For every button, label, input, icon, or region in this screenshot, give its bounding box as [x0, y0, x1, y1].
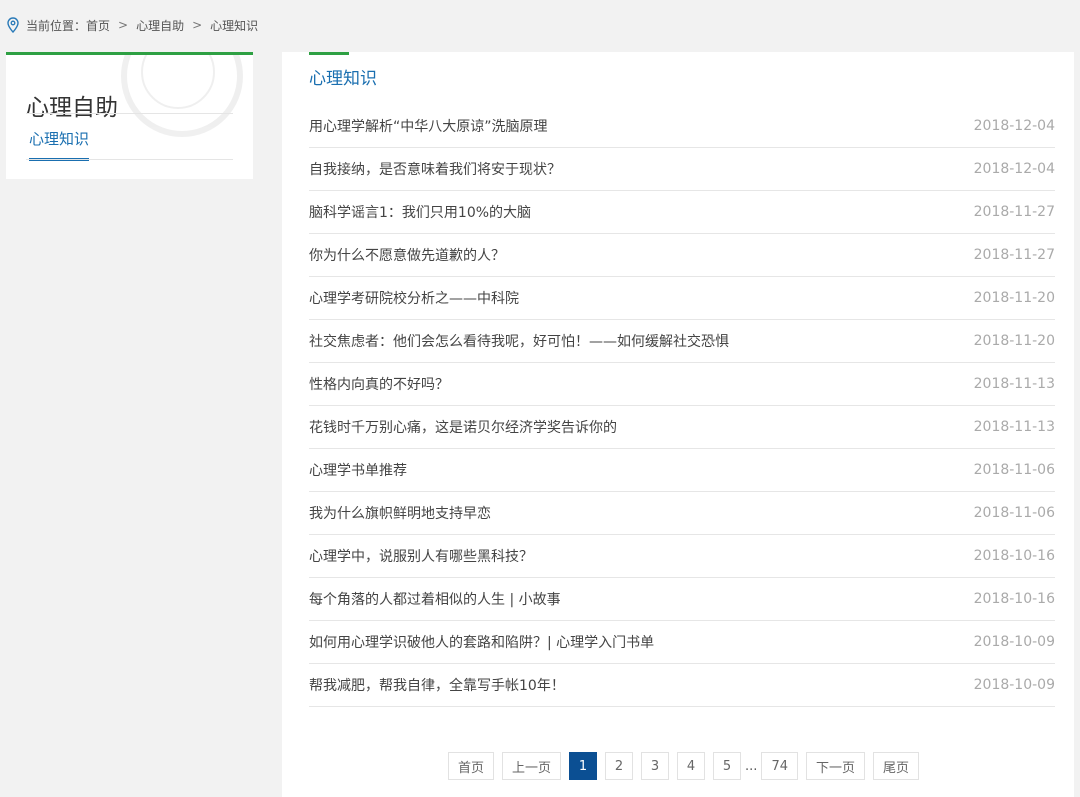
article-title-link[interactable]: 社交焦虑者：他们会怎么看待我呢，好可怕！——如何缓解社交恐惧 [309, 331, 729, 351]
prev-page-button[interactable]: 上一页 [502, 752, 562, 780]
article-date: 2018-12-04 [973, 118, 1055, 134]
first-page-button[interactable]: 首页 [448, 752, 495, 780]
article-date: 2018-12-04 [973, 161, 1055, 177]
page-4-button[interactable]: 4 [677, 752, 706, 780]
article-title-link[interactable]: 我为什么旗帜鲜明地支持早恋 [309, 503, 491, 523]
article-title-link[interactable]: 帮我减肥，帮我自律，全靠写手帐10年！ [309, 675, 565, 695]
page-1-button[interactable]: 1 [569, 752, 598, 780]
list-item: 性格内向真的不好吗？ 2018-11-13 [309, 363, 1055, 406]
breadcrumb-level1-link[interactable]: 心理自助 [136, 17, 184, 34]
article-date: 2018-11-06 [973, 462, 1055, 478]
article-title-link[interactable]: 心理学考研院校分析之——中科院 [309, 288, 519, 308]
article-title-link[interactable]: 用心理学解析“中华八大原谅”洗脑原理 [309, 116, 548, 136]
sidebar-title: 心理自助 [26, 95, 118, 122]
pagination: 首页 上一页 1 2 3 4 5 ... 74 下一页 尾页 [448, 752, 927, 780]
article-date: 2018-11-20 [973, 290, 1055, 306]
breadcrumb: 当前位置： 首页 > 心理自助 > 心理知识 [6, 16, 258, 34]
article-date: 2018-11-06 [973, 505, 1055, 521]
page-title: 心理知识 [309, 69, 377, 89]
last-page-button[interactable]: 尾页 [873, 752, 920, 780]
list-item: 自我接纳，是否意味着我们将安于现状？ 2018-12-04 [309, 148, 1055, 191]
list-item: 我为什么旗帜鲜明地支持早恋 2018-11-06 [309, 492, 1055, 535]
divider [26, 113, 233, 114]
article-date: 2018-10-09 [973, 677, 1055, 693]
seal-watermark-icon [121, 55, 243, 137]
page-3-button[interactable]: 3 [641, 752, 670, 780]
article-date: 2018-11-27 [973, 204, 1055, 220]
article-title-link[interactable]: 自我接纳，是否意味着我们将安于现状？ [309, 159, 561, 179]
article-title-link[interactable]: 脑科学谣言1：我们只用10%的大脑 [309, 202, 531, 222]
article-date: 2018-10-09 [973, 634, 1055, 650]
page-5-button[interactable]: 5 [713, 752, 742, 780]
next-page-button[interactable]: 下一页 [805, 752, 865, 780]
location-pin-icon [7, 17, 19, 33]
article-title-link[interactable]: 你为什么不愿意做先道歉的人？ [309, 245, 505, 265]
list-item: 每个角落的人都过着相似的人生 | 小故事 2018-10-16 [309, 578, 1055, 621]
pagination-ellipsis: ... [745, 758, 758, 774]
list-item: 你为什么不愿意做先道歉的人？ 2018-11-27 [309, 234, 1055, 277]
article-title-link[interactable]: 性格内向真的不好吗？ [309, 374, 449, 394]
breadcrumb-separator: > [118, 18, 129, 32]
article-date: 2018-11-13 [973, 376, 1055, 392]
list-item: 如何用心理学识破他人的套路和陷阱？| 心理学入门书单 2018-10-09 [309, 621, 1055, 664]
article-date: 2018-10-16 [973, 591, 1055, 607]
breadcrumb-level2-link[interactable]: 心理知识 [210, 17, 258, 34]
main-content: 心理知识 用心理学解析“中华八大原谅”洗脑原理 2018-12-04 自我接纳，是否… [282, 52, 1074, 797]
article-date: 2018-11-20 [973, 333, 1055, 349]
list-item: 脑科学谣言1：我们只用10%的大脑 2018-11-27 [309, 191, 1055, 234]
title-accent-bar [309, 52, 349, 55]
article-date: 2018-11-13 [973, 419, 1055, 435]
article-list: 用心理学解析“中华八大原谅”洗脑原理 2018-12-04 自我接纳，是否意味着我们… [309, 105, 1055, 707]
breadcrumb-separator: > [192, 18, 203, 32]
article-date: 2018-11-27 [973, 247, 1055, 263]
page-2-button[interactable]: 2 [605, 752, 634, 780]
list-item: 用心理学解析“中华八大原谅”洗脑原理 2018-12-04 [309, 105, 1055, 148]
list-item: 心理学考研院校分析之——中科院 2018-11-20 [309, 277, 1055, 320]
article-title-link[interactable]: 心理学书单推荐 [309, 460, 407, 480]
article-title-link[interactable]: 花钱时千万别心痛，这是诺贝尔经济学奖告诉你的 [309, 417, 617, 437]
list-item: 帮我减肥，帮我自律，全靠写手帐10年！ 2018-10-09 [309, 664, 1055, 707]
list-item: 心理学中，说服别人有哪些黑科技？ 2018-10-16 [309, 535, 1055, 578]
article-date: 2018-10-16 [973, 548, 1055, 564]
article-title-link[interactable]: 如何用心理学识破他人的套路和陷阱？| 心理学入门书单 [309, 632, 654, 652]
list-item: 心理学书单推荐 2018-11-06 [309, 449, 1055, 492]
article-title-link[interactable]: 每个角落的人都过着相似的人生 | 小故事 [309, 589, 561, 609]
breadcrumb-home-link[interactable]: 首页 [86, 17, 110, 34]
sidebar: 心理自助 心理知识 [6, 52, 253, 179]
list-item: 社交焦虑者：他们会怎么看待我呢，好可怕！——如何缓解社交恐惧 2018-11-20 [309, 320, 1055, 363]
list-item: 花钱时千万别心痛，这是诺贝尔经济学奖告诉你的 2018-11-13 [309, 406, 1055, 449]
article-title-link[interactable]: 心理学中，说服别人有哪些黑科技？ [309, 546, 533, 566]
sidebar-item-knowledge[interactable]: 心理知识 [29, 128, 90, 161]
page-74-button[interactable]: 74 [761, 752, 798, 780]
divider [26, 159, 233, 160]
breadcrumb-prefix: 当前位置： [26, 18, 87, 33]
